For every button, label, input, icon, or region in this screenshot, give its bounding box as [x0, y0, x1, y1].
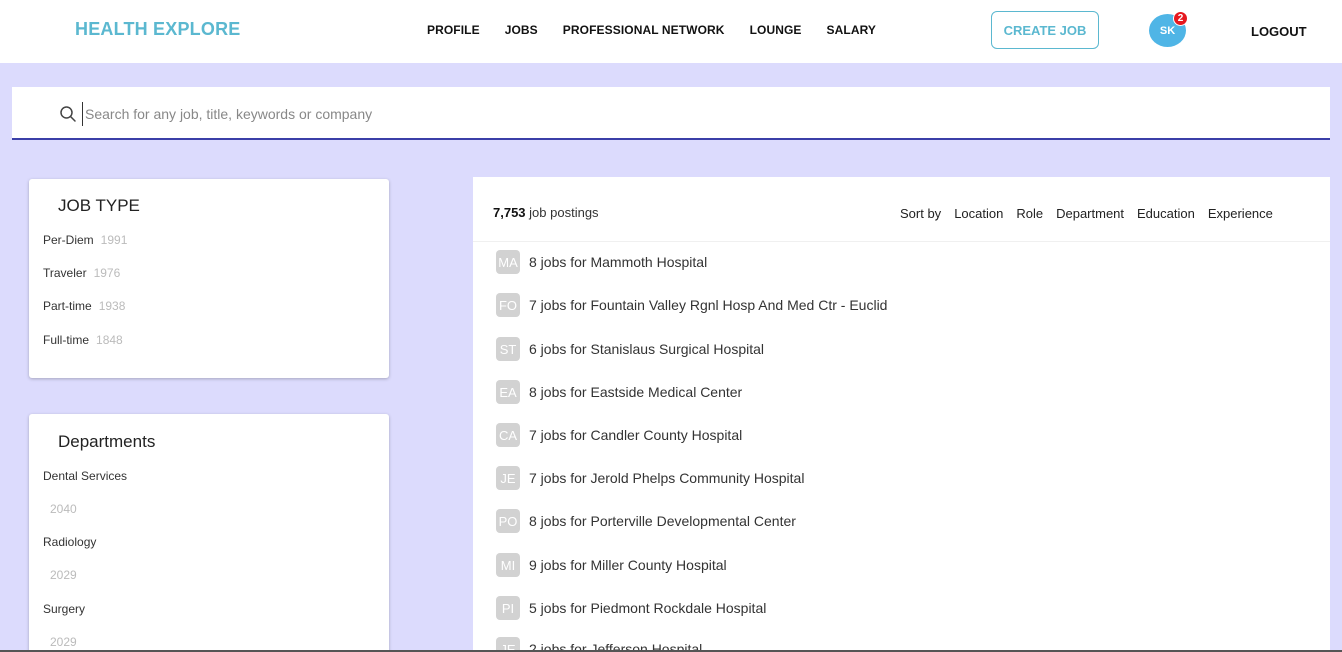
job-list-text: 9 jobs for Miller County Hospital [529, 557, 727, 573]
job-list-item[interactable]: FO 7 jobs for Fountain Valley Rgnl Hosp … [496, 293, 887, 317]
department-item[interactable]: Radiology [43, 535, 96, 549]
job-type-label: Traveler [43, 266, 87, 280]
job-list-text: 6 jobs for Stanislaus Surgical Hospital [529, 341, 765, 357]
company-initials: MI [496, 553, 520, 577]
job-list-item[interactable]: MA 8 jobs for Mammoth Hospital [496, 250, 707, 274]
company-initials: JE [496, 466, 520, 490]
job-type-item[interactable]: Traveler 1976 [43, 266, 120, 280]
job-list-text: 7 jobs for Fountain Valley Rgnl Hosp And… [529, 297, 888, 313]
company-initials: FO [496, 293, 520, 317]
company-initials: CA [496, 423, 520, 447]
job-type-label: Part-time [43, 299, 92, 313]
sort-education[interactable]: Education [1137, 206, 1195, 221]
nav-professional-network[interactable]: PROFESSIONAL NETWORK [563, 23, 725, 37]
nav-jobs[interactable]: JOBS [505, 23, 538, 37]
job-type-label: Full-time [43, 333, 90, 347]
main-nav: PROFILE JOBS PROFESSIONAL NETWORK LOUNGE… [427, 23, 901, 37]
job-list-text: 8 jobs for Mammoth Hospital [529, 254, 708, 270]
departments-title: Departments [58, 432, 156, 451]
sort-bar: Sort by Location Role Department Educati… [900, 206, 1286, 221]
departments-card: Departments Dental Services 2040 Radiolo… [29, 414, 389, 652]
brand-logo[interactable]: HEALTH EXPLORE [75, 19, 240, 40]
department-item[interactable]: Dental Services [43, 469, 127, 483]
job-type-count: 1991 [100, 233, 128, 247]
job-type-item[interactable]: Per-Diem 1991 [43, 233, 127, 247]
job-list-item[interactable]: MI 9 jobs for Miller County Hospital [496, 553, 727, 577]
job-type-item[interactable]: Part-time 1938 [43, 299, 125, 313]
sort-experience[interactable]: Experience [1208, 206, 1273, 221]
job-type-label: Per-Diem [43, 233, 94, 247]
job-list-text: 7 jobs for Jerold Phelps Community Hospi… [529, 470, 805, 486]
department-item[interactable]: Surgery [43, 602, 85, 616]
job-type-title: JOB TYPE [58, 196, 140, 215]
company-initials: EA [496, 380, 520, 404]
company-initials: PO [496, 509, 520, 533]
company-initials: PI [496, 596, 520, 620]
nav-lounge[interactable]: LOUNGE [750, 23, 802, 37]
job-list-text: 8 jobs for Porterville Developmental Cen… [529, 513, 796, 529]
job-list-item[interactable]: JE 7 jobs for Jerold Phelps Community Ho… [496, 466, 804, 490]
search-input[interactable] [82, 102, 1082, 126]
job-list-item[interactable]: EA 8 jobs for Eastside Medical Center [496, 380, 742, 404]
job-list-item[interactable]: PO 8 jobs for Porterville Developmental … [496, 509, 796, 533]
job-list-text: 5 jobs for Piedmont Rockdale Hospital [529, 600, 767, 616]
top-header: HEALTH EXPLORE PROFILE JOBS PROFESSIONAL… [0, 0, 1342, 63]
sort-role[interactable]: Role [1016, 206, 1043, 221]
postings-suffix: job postings [529, 205, 599, 220]
job-type-item[interactable]: Full-time 1848 [43, 333, 123, 347]
sort-department[interactable]: Department [1056, 206, 1124, 221]
sort-by-label: Sort by [900, 206, 942, 221]
create-job-button[interactable]: CREATE JOB [991, 11, 1099, 49]
job-list-text: 7 jobs for Candler County Hospital [529, 427, 743, 443]
job-list-item[interactable]: CA 7 jobs for Candler County Hospital [496, 423, 742, 447]
department-count: 2029 [50, 568, 77, 582]
nav-salary[interactable]: SALARY [827, 23, 877, 37]
job-list-text: 8 jobs for Eastside Medical Center [529, 384, 743, 400]
logout-button[interactable]: LOGOUT [1251, 24, 1307, 39]
job-type-count: 1938 [98, 299, 126, 313]
results-panel: 7,753 job postings Sort by Location Role… [473, 177, 1330, 652]
company-initials: ST [496, 337, 520, 361]
search-icon [60, 106, 76, 122]
postings-count: 7,753 job postings [493, 205, 599, 220]
job-type-count: 1976 [93, 266, 121, 280]
notification-badge: 2 [1173, 11, 1188, 26]
job-list-item[interactable]: ST 6 jobs for Stanislaus Surgical Hospit… [496, 337, 764, 361]
sort-location[interactable]: Location [954, 206, 1003, 221]
department-count: 2029 [50, 635, 77, 649]
job-type-count: 1848 [96, 333, 123, 347]
job-list-item[interactable]: PI 5 jobs for Piedmont Rockdale Hospital [496, 596, 766, 620]
department-count: 2040 [50, 502, 77, 516]
nav-profile[interactable]: PROFILE [427, 23, 480, 37]
divider [473, 241, 1330, 242]
company-initials: MA [496, 250, 520, 274]
postings-number: 7,753 [493, 205, 526, 220]
job-type-card: JOB TYPE Per-Diem 1991 Traveler 1976 Part-… [29, 179, 389, 378]
search-bar [12, 87, 1330, 140]
